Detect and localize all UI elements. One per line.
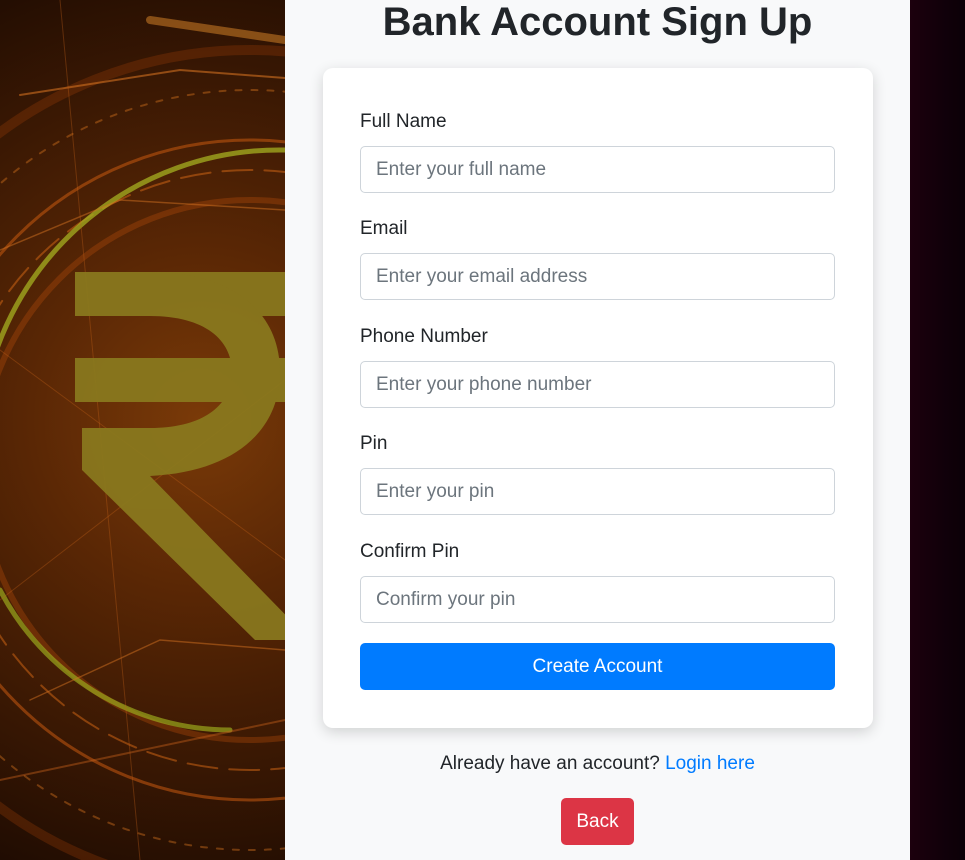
create-account-button[interactable]: Create Account: [360, 643, 835, 690]
page-title: Bank Account Sign Up: [382, 0, 813, 44]
phone-group: Phone Number: [360, 325, 835, 408]
rupee-icon: [75, 272, 285, 640]
signup-page: Bank Account Sign Up Full Name Email Pho…: [285, 0, 910, 860]
email-label: Email: [360, 218, 408, 239]
background-image-rupee: [0, 0, 285, 860]
back-button[interactable]: Back: [561, 798, 634, 845]
pin-label: Pin: [360, 433, 388, 454]
circuit-decoration: [0, 0, 285, 860]
full-name-label: Full Name: [360, 111, 447, 132]
email-input[interactable]: [360, 253, 835, 300]
confirm-pin-label: Confirm Pin: [360, 541, 460, 562]
login-link[interactable]: Login here: [665, 753, 755, 774]
signup-form-card: Full Name Email Phone Number Pin Confirm…: [323, 68, 873, 728]
full-name-input[interactable]: [360, 146, 835, 193]
pin-group: Pin: [360, 432, 835, 515]
email-group: Email: [360, 217, 835, 300]
background-right-strip: [910, 0, 965, 860]
confirm-pin-input[interactable]: [360, 576, 835, 623]
phone-label: Phone Number: [360, 326, 488, 347]
login-prompt-text: Already have an account?: [440, 753, 660, 774]
confirm-pin-group: Confirm Pin: [360, 540, 835, 623]
full-name-group: Full Name: [360, 110, 835, 193]
phone-input[interactable]: [360, 361, 835, 408]
pin-input[interactable]: [360, 468, 835, 515]
login-prompt-line: Already have an account? Login here: [285, 752, 910, 776]
